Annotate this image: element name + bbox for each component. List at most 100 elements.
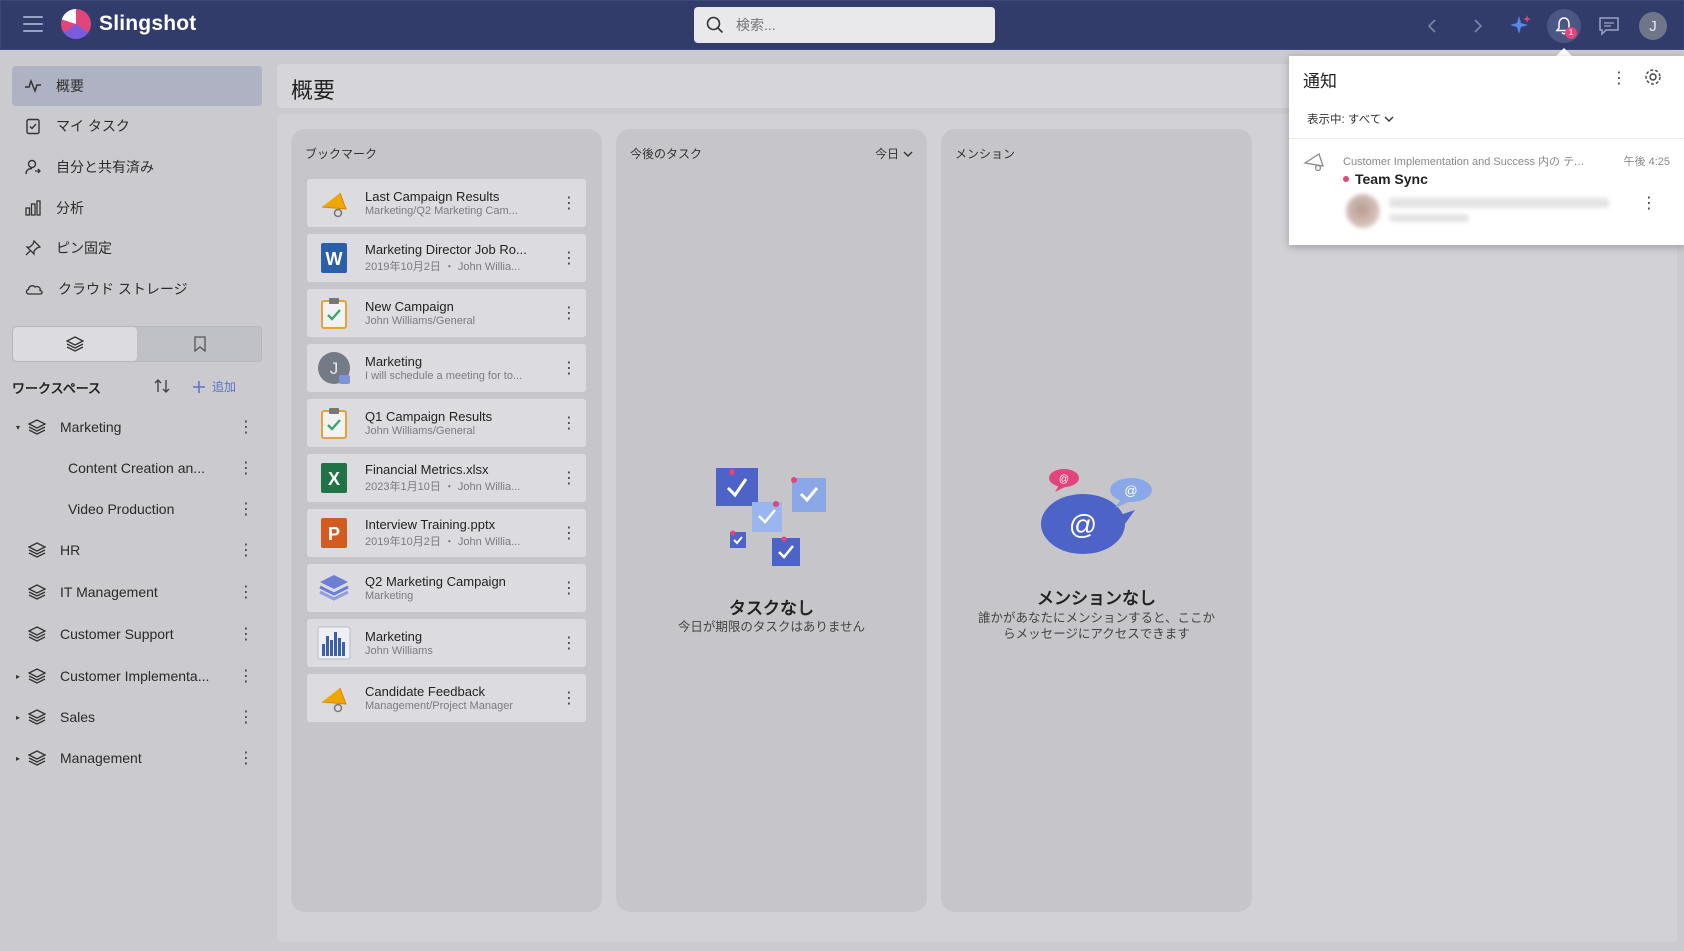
more-options-icon[interactable]: ⋮	[236, 582, 256, 602]
bookmarks-title: ブックマーク	[305, 147, 378, 161]
bar-chart-icon	[25, 200, 41, 216]
bookmark-item[interactable]: Q2 Marketing Campaign Marketing ⋮	[307, 564, 586, 612]
svg-text:@: @	[1124, 483, 1137, 498]
task-clipboard-icon	[317, 296, 351, 330]
workspace-item[interactable]: IT Management ⋮	[12, 574, 262, 610]
search-box[interactable]	[694, 7, 995, 43]
notification-time: 午後 4:25	[1623, 156, 1670, 168]
nav-label: 概要	[56, 78, 84, 94]
user-chat-icon: J	[317, 351, 351, 385]
bookmark-item[interactable]: P Interview Training.pptx 2019年10月2日 ・ Jo…	[307, 509, 586, 557]
expand-caret-icon[interactable]: ▾	[16, 423, 26, 432]
search-input[interactable]	[736, 17, 976, 33]
announcement-icon	[1303, 153, 1324, 171]
sender-avatar	[1346, 194, 1380, 228]
bookmark-item[interactable]: Q1 Campaign Results John Williams/General…	[307, 399, 586, 447]
layers-icon	[28, 542, 46, 558]
nav-shared-with-me[interactable]: 自分と共有済み	[12, 147, 262, 187]
bookmark-item[interactable]: New Campaign John Williams/General ⋮	[307, 289, 586, 337]
more-options-icon[interactable]: ⋮	[236, 417, 256, 437]
workspace-label: Content Creation an...	[68, 460, 205, 476]
layers-icon	[28, 750, 46, 766]
workspace-item[interactable]: Customer Support ⋮	[12, 616, 262, 652]
tasks-empty-subtitle: 今日が期限のタスクはありません	[677, 620, 866, 634]
workspace-item[interactable]: ▾ Marketing ⋮	[12, 409, 262, 445]
sort-button[interactable]	[152, 376, 172, 401]
expand-caret-icon[interactable]: ▸	[16, 754, 26, 763]
nav-overview[interactable]: 概要	[12, 66, 262, 106]
bookmark-item[interactable]: Candidate Feedback Management/Project Man…	[307, 674, 586, 722]
workspace-subitem[interactable]: Content Creation an... ⋮	[12, 450, 262, 486]
more-options-icon[interactable]: ⋮	[236, 748, 256, 768]
sidebar: 概要 マイ タスク 自分と共有済み 分析 ピン固定 クラウド ストレージ ワーク…	[0, 50, 275, 951]
word-doc-icon: W	[317, 241, 351, 275]
more-options-icon[interactable]: ⋮	[236, 540, 256, 560]
nav-cloud-storage[interactable]: クラウド ストレージ	[12, 269, 262, 309]
bookmark-name: Candidate Feedback	[365, 684, 485, 699]
menu-icon[interactable]	[23, 16, 43, 34]
nav-analytics[interactable]: 分析	[12, 188, 262, 228]
forward-button[interactable]	[1461, 9, 1495, 43]
bookmarks-tab[interactable]	[138, 327, 262, 361]
bookmark-item[interactable]: Marketing John Williams ⋮	[307, 619, 586, 667]
more-options-icon[interactable]: ⋮	[556, 688, 582, 708]
workspace-item[interactable]: ▸ Customer Implementa... ⋮	[12, 658, 262, 694]
mentions-empty-illustration: @ @ @	[1041, 469, 1152, 554]
chevron-right-icon	[1474, 19, 1483, 33]
more-options-icon[interactable]: ⋮	[236, 707, 256, 727]
mentions-empty-subtitle-1: 誰かがあなたにメンションすると、ここか	[977, 611, 1215, 625]
bookmark-item[interactable]: J Marketing I will schedule a meeting for…	[307, 344, 586, 392]
messages-button[interactable]	[1592, 9, 1626, 43]
add-workspace-button[interactable]: 追加	[192, 378, 236, 395]
ai-assistant-button[interactable]	[1503, 9, 1537, 43]
bookmark-path: Marketing/Q2 Marketing Cam...	[365, 205, 518, 217]
notification-filter[interactable]: 表示中: すべて	[1307, 111, 1394, 127]
more-options-icon[interactable]: ⋮	[236, 458, 256, 478]
expand-caret-icon[interactable]: ▸	[16, 713, 26, 722]
more-options-icon[interactable]: ⋮	[236, 666, 256, 686]
user-menu-button[interactable]: J	[1636, 9, 1670, 43]
more-options-icon[interactable]: ⋮	[556, 468, 582, 488]
user-avatar: J	[1639, 12, 1667, 40]
bookmark-item[interactable]: X Financial Metrics.xlsx 2023年1月10日 ・ Joh…	[307, 454, 586, 502]
nav-my-tasks[interactable]: マイ タスク	[12, 106, 262, 146]
bookmark-path: John Williams/General	[365, 425, 476, 437]
more-options-icon[interactable]: ⋮	[556, 413, 582, 433]
more-options-icon[interactable]: ⋮	[556, 358, 582, 378]
expand-caret-icon[interactable]: ▸	[16, 672, 26, 681]
more-options-icon[interactable]: ⋮	[556, 633, 582, 653]
chat-icon	[1599, 17, 1619, 36]
bookmark-item[interactable]: W Marketing Director Job Ro... 2019年10月2日…	[307, 234, 586, 282]
more-options-icon[interactable]: ⋮	[236, 499, 256, 519]
bookmark-name: Q1 Campaign Results	[365, 409, 493, 424]
workspace-subitem[interactable]: Video Production ⋮	[12, 491, 262, 527]
task-date-filter[interactable]: 今日	[875, 145, 913, 162]
back-button[interactable]	[1415, 9, 1449, 43]
workspace-item[interactable]: ▸ Sales ⋮	[12, 699, 262, 735]
bookmark-path: 2019年10月2日 ・ John Willia...	[365, 536, 521, 548]
workspace-label: Video Production	[68, 501, 175, 517]
more-options-icon[interactable]: ⋮	[236, 624, 256, 644]
more-options-icon[interactable]: ⋮	[556, 248, 582, 268]
more-options-icon[interactable]: ⋮	[1639, 193, 1659, 213]
nav-pinned[interactable]: ピン固定	[12, 228, 262, 268]
settings-button[interactable]	[1644, 68, 1662, 91]
layers-icon	[66, 336, 84, 352]
slingshot-logo-icon	[61, 9, 91, 39]
more-options-icon[interactable]: ⋮	[556, 193, 582, 213]
more-options-icon[interactable]: ⋮	[556, 578, 582, 598]
svg-text:J: J	[330, 359, 339, 378]
layers-icon	[28, 709, 46, 725]
blurred-message-preview	[1389, 198, 1609, 208]
notification-panel-title: 通知	[1303, 72, 1337, 91]
bookmark-item[interactable]: Last Campaign Results Marketing/Q2 Market…	[307, 179, 586, 227]
workspace-item[interactable]: ▸ Management ⋮	[12, 740, 262, 776]
workspaces-tab[interactable]	[13, 327, 137, 361]
workspaces-title: ワークスペース	[12, 380, 102, 396]
more-options-icon[interactable]: ⋮	[556, 303, 582, 323]
more-options-icon[interactable]: ⋮	[556, 523, 582, 543]
more-options-icon[interactable]: ⋮	[1609, 68, 1629, 88]
workspace-item[interactable]: HR ⋮	[12, 532, 262, 568]
notifications-button[interactable]: 1	[1547, 9, 1581, 43]
app-logo[interactable]: Slingshot	[61, 9, 196, 39]
